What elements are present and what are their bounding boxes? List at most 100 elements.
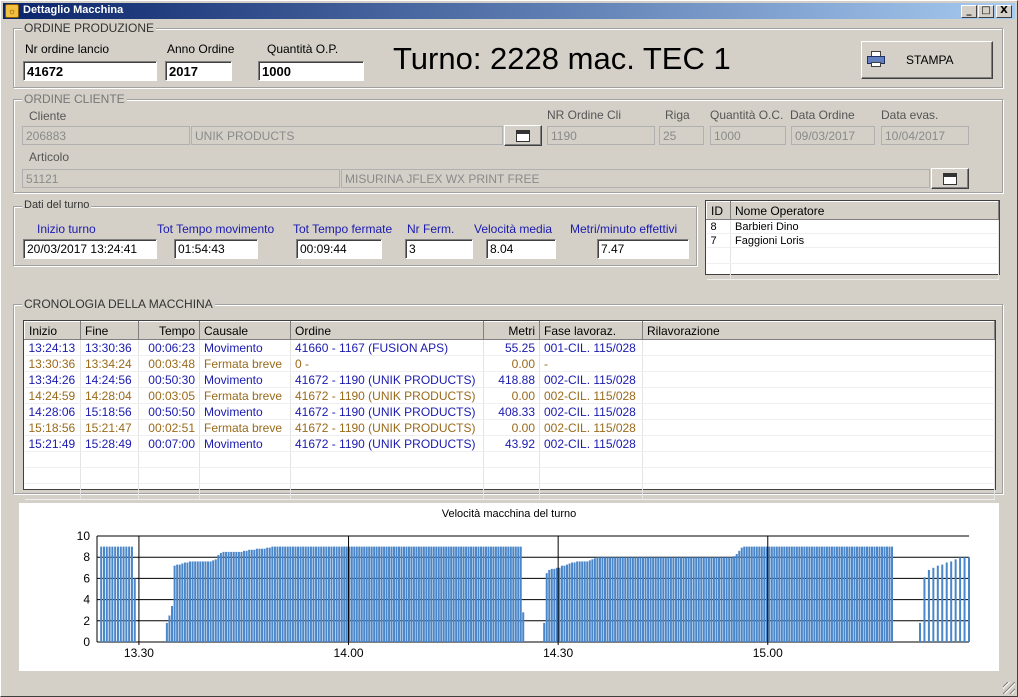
velocita-bar	[276, 546, 279, 642]
cell-tempo: 00:07:00	[138, 435, 200, 452]
velocita-bar	[457, 546, 460, 642]
velocita-bar	[659, 557, 662, 642]
stampa-button[interactable]: STAMPA	[861, 41, 993, 79]
velocita-bar	[281, 546, 284, 642]
cell-fase: 001-CIL. 115/028	[539, 339, 643, 356]
velocita-bar	[553, 568, 556, 642]
velocita-bar	[294, 546, 297, 642]
cell-causale: Fermata breve	[199, 387, 291, 404]
nr-fermate-field[interactable]: 3	[405, 239, 473, 259]
operatore-nome: Faggioni Loris	[730, 233, 999, 248]
operatori-grid[interactable]: ID Nome Operatore 8 Barbieri Dino 7 Fagg…	[705, 200, 1000, 280]
cronologia-row-empty	[24, 467, 995, 484]
tempo-movimento-field[interactable]: 01:54:43	[174, 239, 258, 259]
title-bar[interactable]: ☼ Dettaglio Macchina _ □ X	[3, 3, 1015, 19]
tempo-movimento-label: Tot Tempo movimento	[157, 222, 275, 236]
velocita-bar	[735, 554, 738, 642]
data-evas-field: 10/04/2017	[881, 126, 969, 145]
velocita-bar	[959, 557, 962, 642]
cell-fine: 15:18:56	[80, 403, 139, 420]
metri-minuto-label: Metri/minuto effettivi	[570, 222, 678, 236]
col-header-causale[interactable]: Causale	[199, 321, 291, 340]
velocita-bar	[883, 546, 886, 642]
velocita-bar	[100, 546, 103, 642]
velocita-media-field[interactable]: 8.04	[486, 239, 556, 259]
close-button[interactable]: X	[996, 5, 1012, 18]
articolo-lookup-button[interactable]	[931, 168, 969, 189]
cronologia-row[interactable]: 15:21:49 15:28:49 00:07:00 Movimento 41672 -…	[24, 435, 995, 452]
cell-fase: 002-CIL. 115/028	[539, 387, 643, 404]
cronologia-row[interactable]: 13:30:36 13:34:24 00:03:48 Fermata breve 0 -…	[24, 355, 995, 372]
col-header-fine[interactable]: Fine	[80, 321, 139, 340]
velocita-bar	[865, 546, 868, 642]
velocita-bar	[560, 565, 563, 642]
operatore-row[interactable]: 7 Faggioni Loris	[706, 233, 999, 248]
tempo-fermate-field[interactable]: 00:09:44	[296, 239, 382, 259]
col-header-id[interactable]: ID	[706, 201, 731, 220]
velocita-bar	[307, 546, 310, 642]
metri-minuto-field[interactable]: 7.47	[597, 239, 689, 259]
cronologia-grid[interactable]: Inizio Fine Tempo Causale Ordine Metri F…	[23, 320, 996, 500]
velocita-bar	[130, 546, 133, 642]
velocita-bar	[695, 557, 698, 642]
maximize-button[interactable]: □	[978, 5, 994, 18]
turno-title: Turno: 2228 mac. TEC 1	[393, 41, 731, 76]
velocita-bar	[165, 622, 168, 642]
velocita-bar	[427, 546, 430, 642]
cronologia-row[interactable]: 14:28:06 15:18:56 00:50:50 Movimento 41672 -…	[24, 403, 995, 420]
velocita-bar	[596, 557, 599, 642]
y-tick-label: 4	[83, 593, 90, 607]
nr-ordine-lancio-field[interactable]: 41672	[23, 61, 157, 81]
col-header-inizio[interactable]: Inizio	[24, 321, 81, 340]
velocita-bar	[447, 546, 450, 642]
velocita-bar	[702, 557, 705, 642]
velocita-bar	[209, 561, 212, 642]
quantita-op-field[interactable]: 1000	[258, 61, 364, 81]
velocita-bar	[517, 546, 520, 642]
velocita-bar	[475, 546, 478, 642]
inizio-turno-field[interactable]: 20/03/2017 13:24:41	[23, 239, 157, 259]
velocita-bar	[649, 557, 652, 642]
col-header-metri[interactable]: Metri	[483, 321, 540, 340]
col-header-rilavorazione[interactable]: Rilavorazione	[642, 321, 995, 340]
cronologia-row[interactable]: 13:34:26 14:24:56 00:50:30 Movimento 41672 -…	[24, 371, 995, 388]
velocita-bar	[568, 563, 571, 642]
velocita-bar	[778, 546, 781, 642]
cronologia-row[interactable]: 14:24:59 14:28:04 00:03:05 Fermata breve 416…	[24, 387, 995, 404]
cliente-lookup-button[interactable]	[504, 125, 542, 146]
velocita-bar	[820, 546, 823, 642]
velocita-bar	[680, 557, 683, 642]
velocita-bar	[304, 546, 307, 642]
velocita-bar	[333, 546, 336, 642]
cronologia-row[interactable]: 13:24:13 13:30:36 00:06:23 Movimento 41660 -…	[24, 339, 995, 356]
velocita-bar	[467, 546, 470, 642]
cell-ordine: 41672 - 1190 (UNIK PRODUCTS)	[290, 371, 484, 388]
col-header-tempo[interactable]: Tempo	[138, 321, 200, 340]
cell-tempo: 00:50:30	[138, 371, 200, 388]
minimize-button[interactable]: _	[961, 5, 977, 18]
velocita-bar	[573, 562, 576, 642]
velocita-bar	[312, 546, 315, 642]
col-header-nome-operatore[interactable]: Nome Operatore	[730, 201, 999, 220]
velocita-bar	[611, 557, 614, 642]
velocita-bar	[248, 549, 251, 642]
velocita-bar	[565, 564, 568, 642]
anno-ordine-field[interactable]: 2017	[165, 61, 232, 81]
resize-grip[interactable]	[1003, 682, 1015, 694]
velocita-bar	[795, 546, 798, 642]
cell-fine: 13:30:36	[80, 339, 139, 356]
col-header-ordine[interactable]: Ordine	[290, 321, 484, 340]
col-header-fase[interactable]: Fase lavoraz.	[539, 321, 643, 340]
operatore-row-empty	[706, 263, 999, 280]
operatore-nome: Barbieri Dino	[730, 219, 999, 234]
velocita-bar	[788, 546, 791, 642]
velocita-bar	[697, 557, 700, 642]
velocita-bar	[133, 578, 136, 642]
cronologia-row[interactable]: 15:18:56 15:21:47 00:02:51 Fermata breve 416…	[24, 419, 995, 436]
velocita-bar	[168, 615, 171, 642]
velocita-bar	[422, 546, 425, 642]
velocita-bar	[181, 563, 184, 642]
velocita-bar	[629, 557, 632, 642]
operatore-row[interactable]: 8 Barbieri Dino	[706, 219, 999, 234]
dati-turno-title: Dati del turno	[22, 199, 92, 211]
